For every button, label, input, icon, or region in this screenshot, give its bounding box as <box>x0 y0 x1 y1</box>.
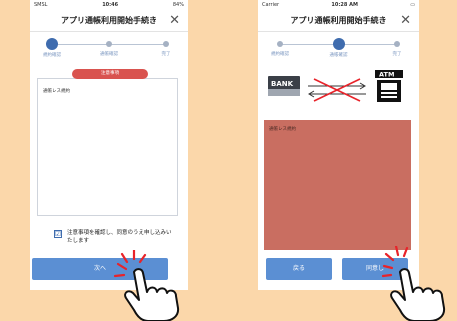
agree-row[interactable]: ☑ 注意事項を確認し、同意のうえ申し込みいたします <box>54 229 174 245</box>
terms-highlight-box[interactable]: 通帳レス規約 <box>264 120 411 250</box>
tap-hand-icon <box>113 250 180 321</box>
terms-header: 通帳レス規約 <box>269 127 296 132</box>
terms-scroll-box[interactable]: 通帳レス規約 <box>37 78 178 216</box>
close-icon[interactable]: ✕ <box>169 13 180 29</box>
progress-stepper: 規約確認 通帳確認 完了 <box>38 34 180 64</box>
battery-label: 84% <box>172 2 184 8</box>
progress-stepper: 規約確認 通帳確認 完了 <box>266 34 411 64</box>
step-terms: 規約確認 <box>32 34 72 58</box>
status-time: 10:28 AM <box>331 2 358 8</box>
terms-header: 通帳レス規約 <box>43 89 70 94</box>
step-dot <box>332 38 345 50</box>
step-label: 規約確認 <box>43 53 61 58</box>
tap-hand-icon <box>382 246 446 321</box>
agree-checkbox[interactable]: ☑ <box>54 230 62 238</box>
bank-icon: BANK <box>268 76 300 96</box>
carrier-label: Carrier <box>262 2 280 8</box>
step-dot <box>394 41 400 47</box>
step-label: 規約確認 <box>271 52 289 57</box>
transfer-crossed-icon <box>308 78 366 102</box>
step-dot <box>163 41 169 47</box>
close-icon[interactable]: ✕ <box>400 13 411 29</box>
battery-icon: ▭ <box>410 2 415 8</box>
step-label: 通帳確認 <box>329 53 348 58</box>
status-bar: Carrier 10:28 AM ▭ <box>258 0 419 10</box>
page-title: アプリ通帳利用開始手続き <box>290 16 387 25</box>
step-dot <box>277 41 283 47</box>
step-label: 通帳確認 <box>100 52 118 57</box>
step-passbook: 通帳確認 <box>89 34 129 57</box>
step-dot <box>46 38 58 50</box>
nav-bar: アプリ通帳利用開始手続き ✕ <box>258 10 419 32</box>
step-label: 完了 <box>161 52 171 57</box>
carrier-label: SMSL <box>34 2 48 8</box>
step-label: 完了 <box>392 52 402 57</box>
phone-screen-terms: SMSL 10:46 84% アプリ通帳利用開始手続き ✕ 規約確認 通帳確認 … <box>30 0 188 290</box>
nav-bar: アプリ通帳利用開始手続き ✕ <box>30 10 188 32</box>
agree-text: 注意事項を確認し、同意のうえ申し込みいたします <box>67 230 172 244</box>
atm-icon: ATM <box>375 70 403 102</box>
bank-label: BANK <box>271 80 294 88</box>
step-terms: 規約確認 <box>260 34 300 57</box>
atm-label: ATM <box>379 71 394 79</box>
step-complete: 完了 <box>377 34 417 57</box>
status-bar: SMSL 10:46 84% <box>30 0 188 10</box>
step-complete: 完了 <box>146 34 186 57</box>
page-title: アプリ通帳利用開始手続き <box>61 16 157 25</box>
back-button[interactable]: 戻る <box>266 258 332 280</box>
status-time: 10:46 <box>102 2 119 8</box>
notice-badge[interactable]: 注意事項 <box>72 69 148 79</box>
step-passbook: 通帳確認 <box>319 34 359 58</box>
step-dot <box>106 41 112 47</box>
